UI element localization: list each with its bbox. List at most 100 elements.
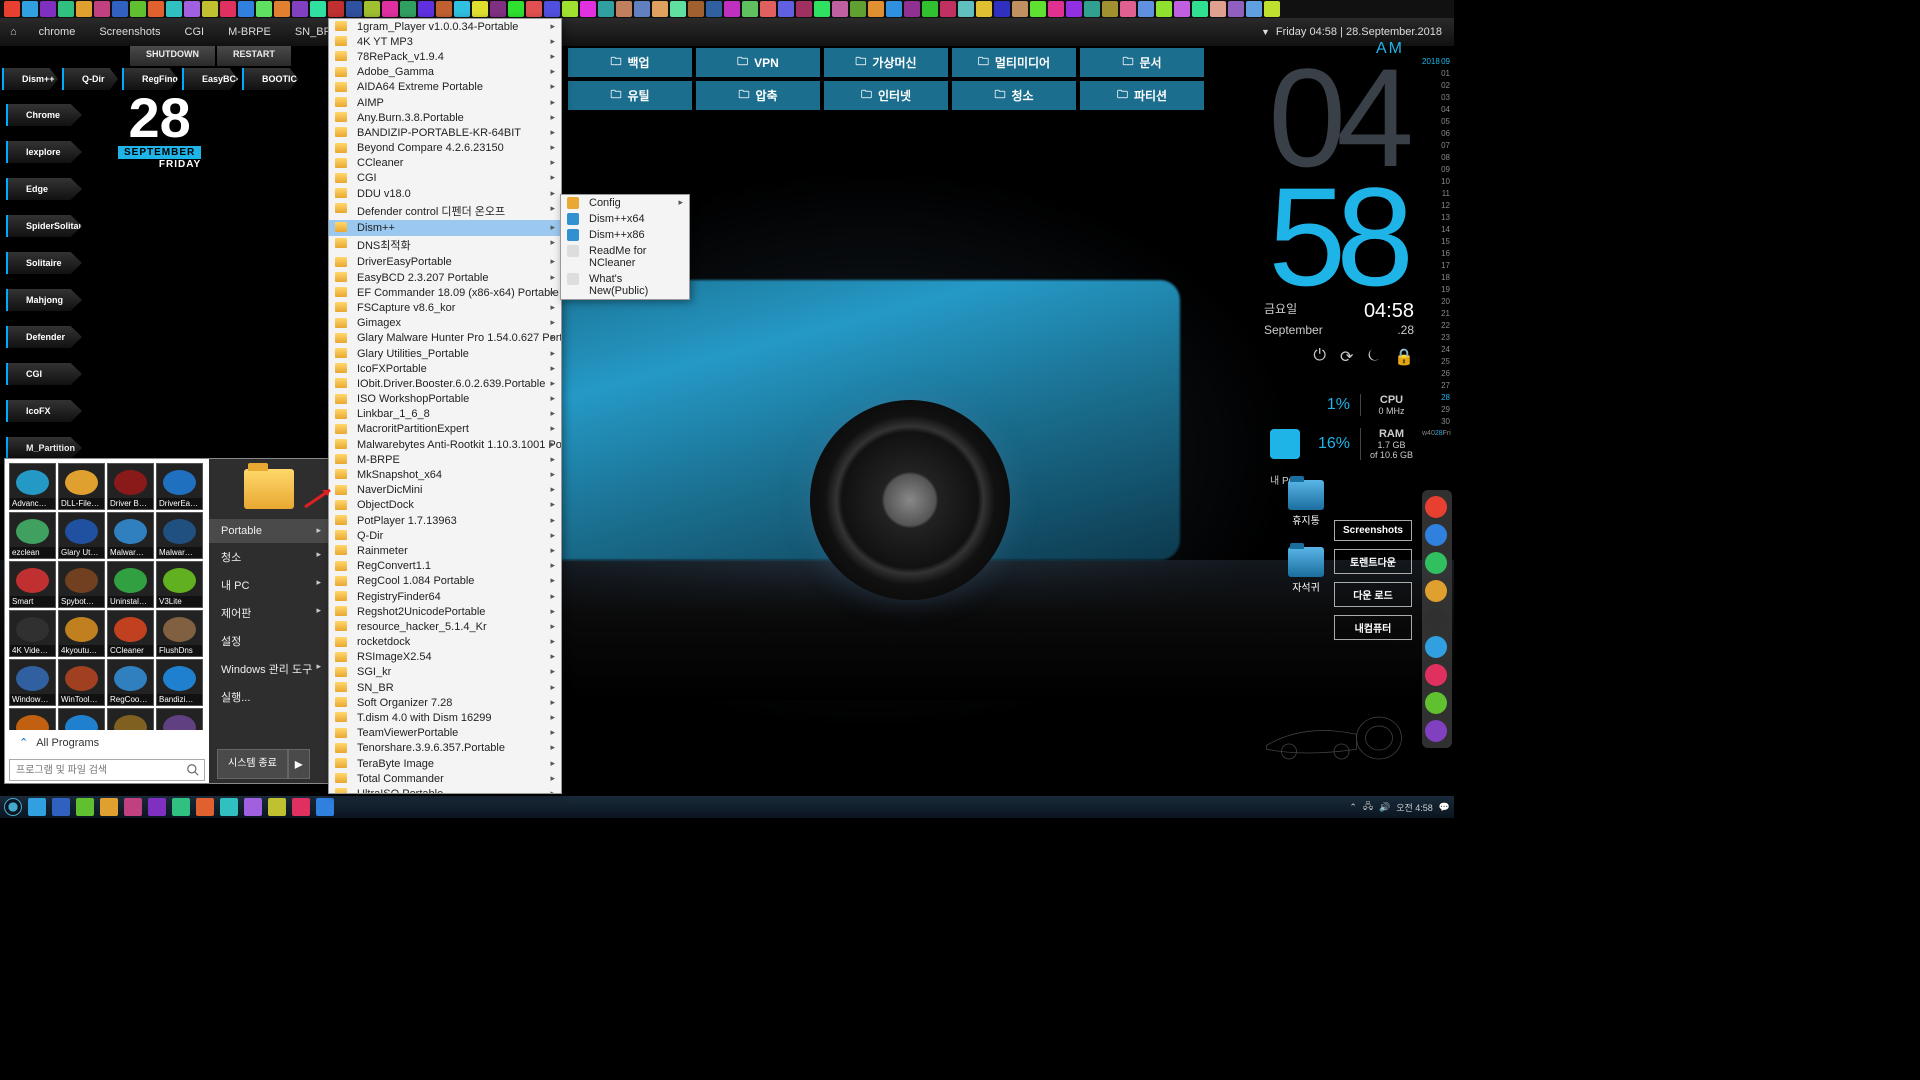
launcher-icon[interactable]: [346, 1, 362, 17]
launcher-icon[interactable]: [418, 1, 434, 17]
start-tile[interactable]: Spybot…: [58, 561, 105, 608]
submenu-item[interactable]: DNS최적화: [329, 236, 561, 255]
submenu-item[interactable]: AIDA64 Extreme Portable: [329, 80, 561, 95]
submenu-item[interactable]: 78RePack_v1.9.4: [329, 49, 561, 64]
taskbar-icon[interactable]: [196, 798, 214, 816]
submenu-item[interactable]: RSImageX2.54: [329, 650, 561, 665]
submenu-item[interactable]: RegistryFinder64: [329, 589, 561, 604]
start-tile[interactable]: Window…: [9, 659, 56, 706]
shortcut-tab[interactable]: Defender: [6, 326, 82, 348]
start-button[interactable]: [4, 798, 22, 816]
restart-icon[interactable]: ⟳: [1340, 347, 1353, 367]
tray-volume-icon[interactable]: 🔊: [1379, 802, 1390, 813]
submenu-item[interactable]: Total Commander: [329, 771, 561, 786]
launcher-icon[interactable]: [598, 1, 614, 17]
taskbar-icon[interactable]: [244, 798, 262, 816]
submenu-item[interactable]: Rainmeter: [329, 543, 561, 558]
submenu-item[interactable]: FSCapture v8.6_kor: [329, 300, 561, 315]
start-menu-item[interactable]: 설정: [209, 627, 329, 655]
category-button[interactable]: 🗀청소: [952, 81, 1076, 110]
dock-icon[interactable]: [1425, 720, 1447, 742]
launcher-icon[interactable]: [238, 1, 254, 17]
start-tile[interactable]: 4K Vide…: [9, 610, 56, 657]
start-menu-item[interactable]: 청소: [209, 543, 329, 571]
taskbar-icon[interactable]: [172, 798, 190, 816]
start-tile[interactable]: 4kyoutu…: [58, 610, 105, 657]
launcher-icon[interactable]: [1264, 1, 1280, 17]
info-bar-item[interactable]: M-BRPE: [216, 26, 283, 38]
launcher-icon[interactable]: [940, 1, 956, 17]
submenu-item[interactable]: 4K YT MP3: [329, 34, 561, 49]
submenu-item[interactable]: IcoFXPortable: [329, 361, 561, 376]
start-tile[interactable]: Advanc…: [9, 463, 56, 510]
submenu-item[interactable]: EasyBCD 2.3.207 Portable: [329, 270, 561, 285]
submenu-item[interactable]: M-BRPE: [329, 452, 561, 467]
start-tile[interactable]: Uninstal…: [107, 561, 154, 608]
submenu-item[interactable]: IObit.Driver.Booster.6.0.2.639.Portable: [329, 376, 561, 391]
launcher-icon[interactable]: [832, 1, 848, 17]
launcher-icon[interactable]: [148, 1, 164, 17]
category-button[interactable]: 🗀멀티미디어: [952, 48, 1076, 77]
dock-icon[interactable]: [1425, 496, 1447, 518]
start-tile[interactable]: Malwar…: [107, 512, 154, 559]
submenu-item[interactable]: Any.Burn.3.8.Portable: [329, 110, 561, 125]
submenu-item[interactable]: CGI: [329, 171, 561, 186]
launcher-icon[interactable]: [274, 1, 290, 17]
home-icon[interactable]: ⌂: [10, 26, 17, 38]
start-tile[interactable]: RegCoo…: [107, 659, 154, 706]
launcher-icon[interactable]: [58, 1, 74, 17]
launcher-icon[interactable]: [922, 1, 938, 17]
launcher-icon[interactable]: [4, 1, 20, 17]
submenu-item[interactable]: PotPlayer 1.7.13963: [329, 513, 561, 528]
launcher-icon[interactable]: [508, 1, 524, 17]
launcher-icon[interactable]: [958, 1, 974, 17]
submenu-item[interactable]: Defender control 디펜더 온오프: [329, 201, 561, 220]
launcher-icon[interactable]: [256, 1, 272, 17]
submenu-item[interactable]: SGI_kr: [329, 665, 561, 680]
taskbar-icon[interactable]: [76, 798, 94, 816]
right-panel-button[interactable]: 다운 로드: [1334, 582, 1412, 607]
submenu-item[interactable]: Q-Dir: [329, 528, 561, 543]
launcher-icon[interactable]: [634, 1, 650, 17]
right-panel-button[interactable]: 내컴퓨터: [1334, 615, 1412, 640]
launcher-icon[interactable]: [1102, 1, 1118, 17]
search-input[interactable]: [9, 759, 205, 781]
launcher-icon[interactable]: [328, 1, 344, 17]
shortcut-tab[interactable]: Edge: [6, 178, 82, 200]
launcher-icon[interactable]: [130, 1, 146, 17]
shortcut-tab[interactable]: SpiderSolitaire: [6, 215, 82, 237]
launcher-icon[interactable]: [562, 1, 578, 17]
launcher-icon[interactable]: [1156, 1, 1172, 17]
dock-icon[interactable]: [1425, 580, 1447, 602]
shortcut-tab[interactable]: Q-Dir: [62, 68, 118, 90]
launcher-icon[interactable]: [796, 1, 812, 17]
shutdown-button[interactable]: SHUTDOWN: [130, 46, 215, 66]
submenu-item[interactable]: EF Commander 18.09 (x86-x64) Portable: [329, 285, 561, 300]
launcher-icon[interactable]: [904, 1, 920, 17]
shortcut-tab[interactable]: Iexplore: [6, 141, 82, 163]
launcher-icon[interactable]: [166, 1, 182, 17]
submenu-item[interactable]: Dism++x64: [561, 211, 689, 227]
submenu-item[interactable]: Tenorshare.3.9.6.357.Portable: [329, 741, 561, 756]
shortcut-tab[interactable]: M_Partition: [6, 437, 82, 459]
launcher-icon[interactable]: [202, 1, 218, 17]
submenu-item[interactable]: TeraByte Image: [329, 756, 561, 771]
category-button[interactable]: 🗀파티션: [1080, 81, 1204, 110]
launcher-icon[interactable]: [1048, 1, 1064, 17]
tray-action-center-icon[interactable]: 💬: [1439, 802, 1450, 813]
submenu-item[interactable]: AIMP: [329, 95, 561, 110]
start-menu-item[interactable]: Portable: [209, 519, 329, 543]
launcher-icon[interactable]: [976, 1, 992, 17]
desktop-icon[interactable]: 휴지통: [1288, 480, 1324, 527]
submenu-item[interactable]: T.dism 4.0 with Dism 16299: [329, 710, 561, 725]
launcher-icon[interactable]: [400, 1, 416, 17]
submenu-item[interactable]: 1gram_Player v1.0.0.34-Portable: [329, 19, 561, 34]
tray-network-icon[interactable]: 🖧: [1363, 799, 1373, 815]
start-tile[interactable]: DriverEa…: [156, 463, 203, 510]
category-button[interactable]: 🗀압축: [696, 81, 820, 110]
launcher-icon[interactable]: [814, 1, 830, 17]
launcher-icon[interactable]: [778, 1, 794, 17]
submenu-item[interactable]: Glary Malware Hunter Pro 1.54.0.627 Port…: [329, 331, 561, 346]
launcher-icon[interactable]: [40, 1, 56, 17]
dock-icon[interactable]: [1425, 692, 1447, 714]
